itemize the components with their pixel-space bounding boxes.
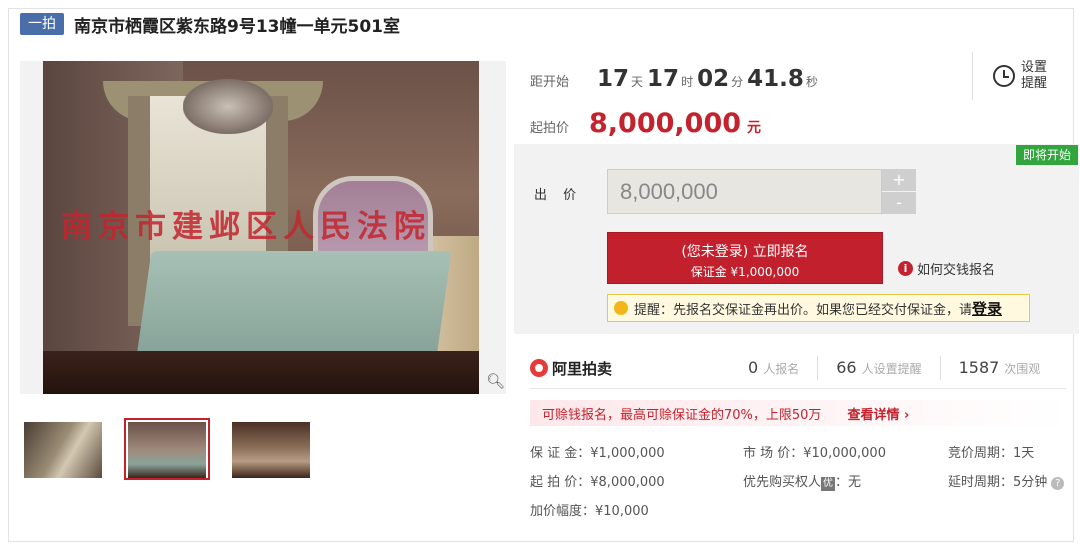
priority-value: ：无	[835, 475, 862, 490]
clock-icon	[993, 65, 1015, 87]
thumbnail-kitchen[interactable]	[20, 418, 106, 480]
delay-cycle-info: 延时周期：5分钟?	[948, 471, 1065, 490]
deposit-info: 保 证 金：¥1,000,000	[530, 446, 665, 461]
page-title: 南京市栖霞区紫东路9号13幢一单元501室	[74, 16, 400, 37]
stat-signups-label: 人报名	[763, 362, 800, 376]
stat-signups-count: 0	[748, 358, 759, 377]
delay-cycle-text: 延时周期：5分钟	[948, 475, 1048, 490]
main-image[interactable]: 南京市建邺区人民法院	[20, 61, 506, 394]
stat-reminders-count: 66	[836, 358, 857, 377]
stat-reminders: 66 人设置提醒	[817, 356, 939, 380]
priority-buyer-info: 优先购买权人优：无	[743, 471, 861, 491]
start-price-label: 起拍价	[530, 121, 570, 136]
stat-reminders-label: 人设置提醒	[861, 362, 922, 376]
priority-label: 优先购买权人	[743, 475, 822, 490]
start-price-unit: 元	[747, 120, 762, 136]
view-details-link[interactable]: 查看详情 ›	[847, 404, 909, 423]
credit-promo: 可赊钱报名，最高可赊保证金的70%，上限50万 查看详情 ›	[530, 400, 1066, 426]
bid-label: 出 价	[534, 188, 583, 203]
signup-deposit: 保证金 ¥1,000,000	[690, 265, 800, 279]
tip-text: 提醒：先报名交保证金再出价。如果您已经交付保证金，请	[634, 302, 973, 318]
info-icon: i	[898, 261, 913, 276]
minutes-unit: 分	[731, 75, 744, 89]
how-to-pay-label: 如何交钱报名	[917, 263, 996, 278]
thumbnail-bedroom[interactable]	[124, 418, 210, 480]
countdown-days: 17	[597, 66, 630, 92]
stat-signups: 0 人报名	[730, 356, 817, 380]
stat-views-label: 次围观	[1004, 362, 1041, 376]
days-unit: 天	[631, 75, 644, 89]
countdown-label: 距开始	[530, 75, 570, 90]
login-link[interactable]: 登录	[972, 298, 1002, 319]
auction-stats: 0 人报名 66 人设置提醒 1587 次围观	[730, 354, 1058, 382]
how-to-pay-link[interactable]: i 如何交钱报名	[898, 259, 995, 278]
countdown: 距开始 17 天 17 时 02 分 41.8 秒	[530, 66, 822, 92]
start-price-value: 8,000,000	[589, 108, 742, 139]
countdown-hours: 17	[647, 66, 680, 92]
promo-text: 可赊钱报名，最高可赊保证金的70%，上限50万	[542, 407, 822, 423]
start-price-row: 起拍价 8,000,000 元	[530, 108, 761, 139]
increment-info: 加价幅度：¥10,000	[530, 504, 649, 519]
title-bar: 一拍 南京市栖霞区紫东路9号13幢一单元501室	[20, 12, 400, 37]
stat-views: 1587 次围观	[939, 356, 1059, 380]
bid-box: 即将开始 出 价 8,000,000 + - (您未登录) 立即报名 保证金 ¥…	[514, 144, 1079, 334]
magnifier-icon[interactable]: 🔍︎	[486, 372, 505, 390]
stat-views-count: 1587	[958, 358, 1000, 377]
brand-name: 阿里拍卖	[552, 359, 613, 378]
start-price-info: 起 拍 价：¥8,000,000	[530, 475, 665, 490]
help-icon[interactable]: ?	[1051, 477, 1065, 490]
brand-row: 阿里拍卖 0 人报名 66 人设置提醒 1587 次围观	[530, 354, 1066, 382]
set-reminder-button[interactable]: 设置提醒	[972, 52, 1062, 100]
thumbnail-strip	[20, 418, 314, 480]
increase-bid-button[interactable]: +	[882, 169, 916, 191]
lightbulb-icon	[614, 301, 628, 315]
bidding-cycle-info: 竞价周期：1天	[948, 446, 1035, 461]
bid-input[interactable]: 8,000,000	[607, 169, 882, 214]
hours-unit: 时	[681, 75, 694, 89]
signup-button[interactable]: (您未登录) 立即报名 保证金 ¥1,000,000	[607, 232, 883, 284]
decrease-bid-button[interactable]: -	[882, 192, 916, 214]
reminder-label: 设置提醒	[1021, 60, 1048, 91]
auction-type-tag: 一拍	[20, 13, 64, 35]
bid-stepper: + -	[882, 169, 916, 214]
signup-label: (您未登录) 立即报名	[681, 244, 809, 260]
status-badge: 即将开始	[1015, 145, 1078, 165]
login-tip: 提醒：先报名交保证金再出价。如果您已经交付保证金，请 登录	[607, 294, 1030, 322]
court-watermark: 南京市建邺区人民法院	[61, 209, 431, 245]
thumbnail-dining-room[interactable]	[228, 418, 314, 480]
divider	[530, 388, 1066, 389]
market-price-info: 市 场 价：¥10,000,000	[743, 446, 886, 461]
property-photo[interactable]: 南京市建邺区人民法院	[43, 61, 479, 394]
countdown-seconds: 41.8	[747, 66, 804, 92]
seconds-unit: 秒	[805, 75, 818, 89]
ali-auction-logo-icon	[530, 359, 548, 377]
priority-badge: 优	[821, 477, 836, 491]
countdown-minutes: 02	[697, 66, 730, 92]
